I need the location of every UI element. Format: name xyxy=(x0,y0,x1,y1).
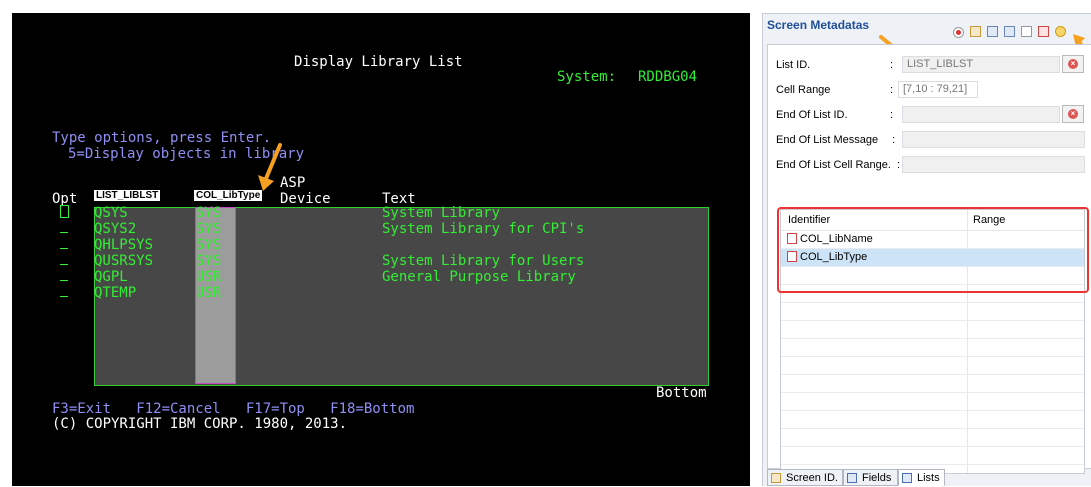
screen-title: Display Library List xyxy=(294,54,463,70)
library-name: QHLPSYS xyxy=(94,237,154,253)
refresh-icon[interactable] xyxy=(1055,26,1066,37)
option-input-3[interactable] xyxy=(60,248,68,249)
fields-icon xyxy=(847,473,857,483)
library-type: USR xyxy=(196,269,222,285)
library-text: System Library xyxy=(382,205,501,221)
option-input-1[interactable] xyxy=(60,205,69,218)
table-row[interactable] xyxy=(781,321,1084,339)
option-input-2[interactable] xyxy=(60,232,68,233)
library-text: System Library for Users xyxy=(382,253,585,269)
table-row[interactable] xyxy=(781,447,1084,465)
option-input-5[interactable] xyxy=(60,280,68,281)
clear-icon: × xyxy=(1068,59,1078,69)
tab-lists[interactable]: Lists xyxy=(898,469,945,486)
clear-end-of-list-id-button[interactable]: × xyxy=(1062,105,1084,123)
library-name: QTEMP xyxy=(94,285,137,301)
library-name: QGPL xyxy=(94,269,128,285)
tab-screen-id[interactable]: Screen ID. xyxy=(767,469,843,486)
table-row[interactable] xyxy=(781,429,1084,447)
lists-icon[interactable] xyxy=(1004,26,1015,37)
panel-title: Screen Metadatas xyxy=(767,18,870,32)
library-name: QSYS xyxy=(94,205,128,221)
instructions: Type options, press Enter. xyxy=(52,130,272,146)
screen-metadata-panel: Screen Metadatas List ID. : LIST_LIBLST … xyxy=(762,13,1091,486)
cell-range-label: Cell Range xyxy=(776,84,831,96)
screen-id-icon[interactable] xyxy=(970,26,981,37)
col-device-label: Device xyxy=(280,191,331,207)
fields-icon[interactable] xyxy=(987,26,998,37)
library-name: QSYS2 xyxy=(94,221,137,237)
table-row[interactable] xyxy=(781,375,1084,393)
end-of-list-id-field[interactable] xyxy=(902,106,1060,123)
table-row[interactable] xyxy=(781,303,1084,321)
colon: : xyxy=(890,84,894,96)
column-tag: COL_LibType xyxy=(194,190,263,201)
library-type: SYS xyxy=(196,237,222,253)
cell-range-field[interactable]: [7,10 : 79,21] xyxy=(898,81,978,98)
copyright: (C) COPYRIGHT IBM CORP. 1980, 2013. xyxy=(52,416,348,432)
annotation-highlight-box xyxy=(777,207,1089,293)
system-label: System: xyxy=(557,69,617,85)
end-of-list-cell-range-field[interactable] xyxy=(902,156,1085,173)
lists-icon xyxy=(902,473,912,483)
clear-list-id-button[interactable]: × xyxy=(1062,55,1084,73)
list-id-label: List ID. xyxy=(776,59,811,71)
list-id-field[interactable]: LIST_LIBLST xyxy=(902,56,1060,73)
screen-id-icon xyxy=(771,473,781,483)
tab-fields[interactable]: Fields xyxy=(843,469,898,486)
colon: : xyxy=(890,109,894,121)
library-type: SYS xyxy=(196,221,222,237)
library-type: SYS xyxy=(196,253,222,269)
terminal-screen[interactable]: Display Library List System: RDDBG04 Typ… xyxy=(12,13,750,486)
library-type: USR xyxy=(196,285,222,301)
bottom-indicator: Bottom xyxy=(656,385,707,401)
clear-icon: × xyxy=(1068,109,1078,119)
option-input-6[interactable] xyxy=(60,296,68,297)
library-name: QUSRSYS xyxy=(94,253,154,269)
table-row[interactable] xyxy=(781,411,1084,429)
colon: : xyxy=(892,134,896,146)
list-tag: LIST_LIBLST xyxy=(94,190,161,201)
page-icon[interactable] xyxy=(1021,26,1032,37)
end-of-list-message-field[interactable] xyxy=(902,131,1085,148)
end-of-list-cell-range-label: End Of List Cell Range. xyxy=(776,159,891,171)
library-text: General Purpose Library xyxy=(382,269,576,285)
panel-body: List ID. : LIST_LIBLST × Cell Range : [7… xyxy=(767,44,1091,474)
annotation-arrow-icon xyxy=(258,143,282,191)
end-of-list-id-label: End Of List ID. xyxy=(776,109,848,121)
option-input-4[interactable] xyxy=(60,264,68,265)
end-of-list-message-label: End Of List Message xyxy=(776,134,879,146)
table-row[interactable] xyxy=(781,357,1084,375)
table-row[interactable] xyxy=(781,339,1084,357)
table-row[interactable] xyxy=(781,393,1084,411)
colon: : xyxy=(890,59,894,71)
library-type: SYS xyxy=(196,205,222,221)
colon: : xyxy=(897,159,901,171)
record-icon[interactable] xyxy=(953,27,964,38)
library-text: System Library for CPI's xyxy=(382,221,585,237)
function-keys[interactable]: F3=Exit F12=Cancel F17=Top F18=Bottom xyxy=(52,401,414,417)
system-name: RDDBG04 xyxy=(638,69,698,85)
table-list-icon[interactable] xyxy=(1038,26,1049,37)
